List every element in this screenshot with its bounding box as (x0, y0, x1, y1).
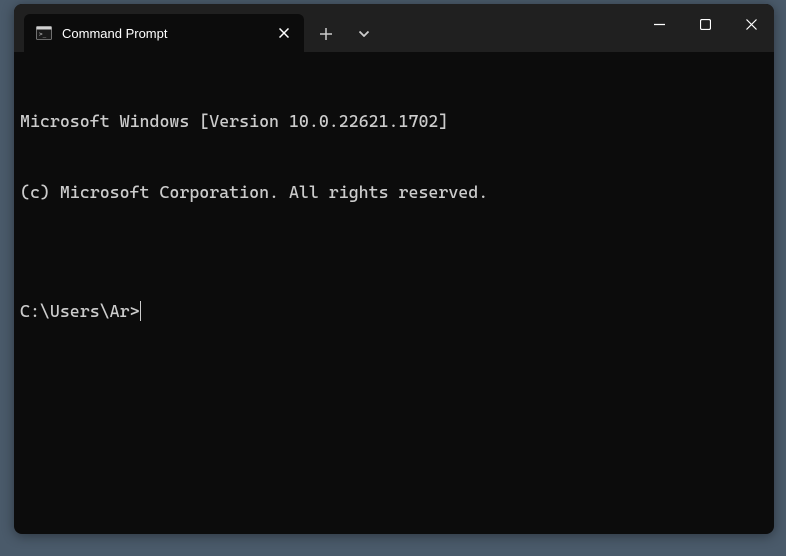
terminal-prompt-line: C:\Users\Ar> (20, 300, 768, 324)
tab-command-prompt[interactable]: >_ Command Prompt (24, 14, 304, 52)
close-button[interactable] (728, 4, 774, 44)
tab-area: >_ Command Prompt (14, 4, 636, 52)
tab-close-button[interactable] (274, 23, 294, 43)
terminal-line: Microsoft Windows [Version 10.0.22621.17… (20, 110, 768, 134)
maximize-button[interactable] (682, 4, 728, 44)
terminal-prompt: C:\Users\Ar> (20, 300, 140, 324)
tab-title: Command Prompt (62, 26, 274, 41)
tab-dropdown-button[interactable] (348, 18, 380, 50)
svg-text:>_: >_ (39, 31, 47, 38)
terminal-cursor (140, 301, 142, 321)
minimize-button[interactable] (636, 4, 682, 44)
window-controls (636, 4, 774, 44)
terminal-window: >_ Command Prompt (14, 4, 774, 534)
terminal-line: (c) Microsoft Corporation. All rights re… (20, 181, 768, 205)
terminal-output[interactable]: Microsoft Windows [Version 10.0.22621.17… (14, 52, 774, 381)
command-prompt-icon: >_ (36, 25, 52, 41)
titlebar: >_ Command Prompt (14, 4, 774, 52)
new-tab-button[interactable] (310, 18, 342, 50)
